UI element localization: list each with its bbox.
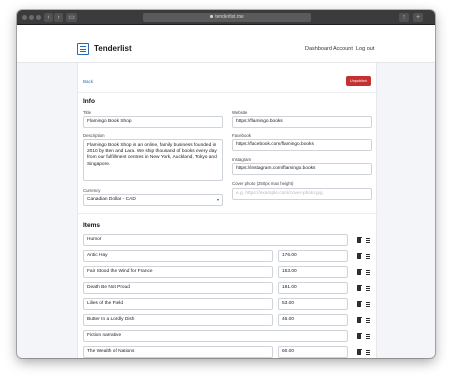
- facebook-label: Facebook: [232, 133, 251, 138]
- trash-icon[interactable]: [356, 285, 362, 291]
- info-heading: Info: [83, 98, 95, 105]
- forward-nav-icon[interactable]: ›: [54, 13, 63, 22]
- drag-handle-icon[interactable]: [366, 254, 370, 259]
- description-textarea[interactable]: Flamingo Book Shop is an online, family …: [83, 139, 223, 181]
- instagram-input[interactable]: https://instagram.com/flamingo.books: [232, 163, 372, 175]
- item-price-input[interactable]: 60.00: [278, 346, 348, 358]
- currency-value: Canadian Dollar - CAD: [87, 197, 136, 202]
- item-name-input[interactable]: Butter In a Lordly Dish: [83, 314, 273, 326]
- trash-icon[interactable]: [356, 253, 362, 259]
- back-nav-icon[interactable]: ‹: [44, 13, 53, 22]
- trash-icon[interactable]: [356, 317, 362, 323]
- drag-handle-icon[interactable]: [366, 318, 370, 323]
- chevron-down-icon: ▾: [216, 197, 219, 202]
- site-header: Tenderlist Dashboard Account Log out: [17, 25, 435, 63]
- sidebar-toggle-icon[interactable]: ▭: [66, 13, 77, 22]
- cover-photo-input[interactable]: e.g. https://example.com/cover-photo.jpg: [232, 188, 372, 200]
- back-link[interactable]: Back: [83, 79, 93, 84]
- tenderlist-logo-icon[interactable]: [77, 43, 89, 55]
- item-price-input[interactable]: 46.00: [278, 314, 348, 326]
- brand-name[interactable]: Tenderlist: [94, 44, 132, 53]
- item-name-input[interactable]: The Wealth of Nations: [83, 346, 273, 358]
- lock-icon: [210, 15, 214, 19]
- new-tab-icon[interactable]: +: [413, 13, 423, 22]
- category-name-input[interactable]: Fiction narrative: [83, 330, 348, 342]
- description-label: Description: [83, 133, 105, 138]
- website-input[interactable]: https://flamingo.books: [232, 116, 372, 128]
- trash-icon[interactable]: [356, 269, 362, 275]
- minimize-window-icon[interactable]: [29, 15, 34, 20]
- close-window-icon[interactable]: [22, 15, 27, 20]
- item-price-input[interactable]: 53.00: [278, 298, 348, 310]
- trash-icon[interactable]: [356, 333, 362, 339]
- shop-editor-card: Back Unpublish Info Title Flamingo Book …: [77, 63, 378, 358]
- items-heading: Items: [83, 222, 100, 229]
- title-label: Title: [83, 110, 91, 115]
- drag-handle-icon[interactable]: [366, 286, 370, 291]
- item-price-input[interactable]: 181.00: [278, 282, 348, 294]
- divider: [78, 92, 378, 93]
- website-label: Website: [232, 110, 248, 115]
- item-name-input[interactable]: Fair Stood the Wind for France: [83, 266, 273, 278]
- item-name-input[interactable]: Antic Hay: [83, 250, 273, 262]
- item-price-input[interactable]: 153.00: [278, 266, 348, 278]
- divider: [78, 213, 378, 214]
- nav-dashboard-link[interactable]: Dashboard: [305, 46, 332, 52]
- drag-handle-icon[interactable]: [366, 302, 370, 307]
- trash-icon[interactable]: [356, 237, 362, 243]
- share-icon[interactable]: ↑: [399, 13, 409, 22]
- zoom-window-icon[interactable]: [36, 15, 41, 20]
- drag-handle-icon[interactable]: [366, 238, 370, 243]
- facebook-input[interactable]: https://facebook.com/flamingo.books: [232, 139, 372, 151]
- url-text: tenderlist.me: [215, 14, 244, 20]
- category-name-input[interactable]: Humor: [83, 234, 348, 246]
- unpublish-button[interactable]: Unpublish: [346, 76, 371, 86]
- currency-label: Currency: [83, 188, 101, 193]
- address-bar[interactable]: tenderlist.me: [143, 13, 311, 22]
- drag-handle-icon[interactable]: [366, 334, 370, 339]
- cover-photo-label: Cover photo (250px max height): [232, 181, 294, 186]
- drag-handle-icon[interactable]: [366, 270, 370, 275]
- item-price-input[interactable]: 176.00: [278, 250, 348, 262]
- trash-icon[interactable]: [356, 301, 362, 307]
- title-input[interactable]: Flamingo Book Shop: [83, 116, 223, 128]
- nav-logout-link[interactable]: Log out: [356, 46, 374, 52]
- trash-icon[interactable]: [356, 349, 362, 355]
- instagram-label: Instagram: [232, 157, 252, 162]
- drag-handle-icon[interactable]: [366, 350, 370, 355]
- browser-window: ‹ › ▭ tenderlist.me ↑ + Tenderlist Dashb…: [17, 10, 435, 358]
- currency-select[interactable]: Canadian Dollar - CAD ▾: [83, 194, 223, 206]
- item-name-input[interactable]: Death Be Not Proud: [83, 282, 273, 294]
- browser-titlebar: ‹ › ▭ tenderlist.me ↑ +: [17, 10, 435, 25]
- item-name-input[interactable]: Lilies of the Field: [83, 298, 273, 310]
- nav-account-link[interactable]: Account: [333, 46, 353, 52]
